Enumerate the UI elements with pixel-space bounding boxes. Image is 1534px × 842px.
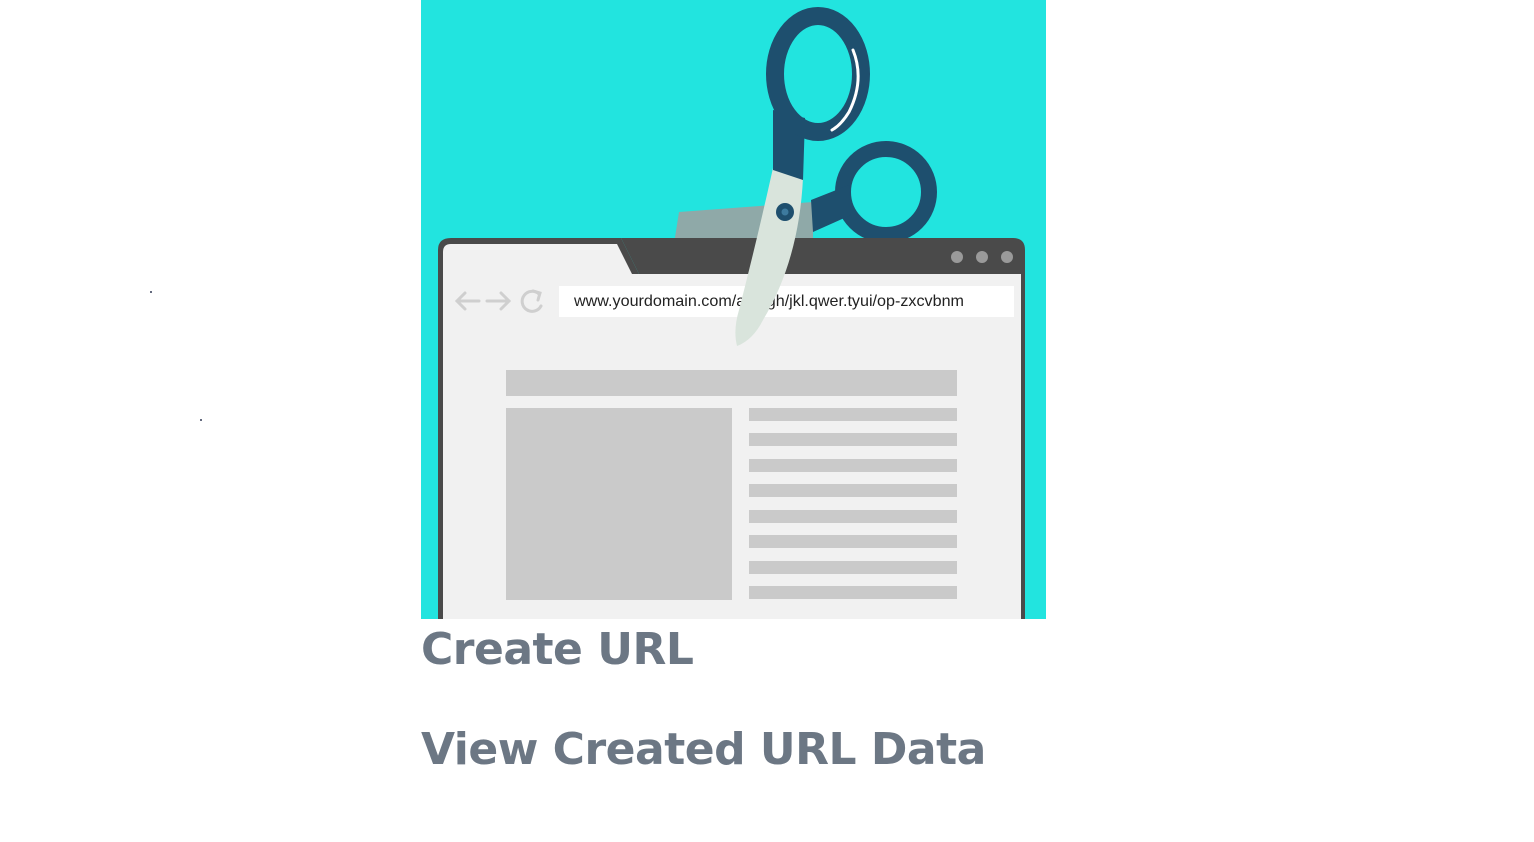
placeholder-image-block (506, 408, 732, 600)
stray-dot-2 (200, 419, 202, 421)
hero-illustration: www.yourdomain.com/asdfgh/jkl.qwer.tyui/… (421, 0, 1046, 619)
browser-window: www.yourdomain.com/asdfgh/jkl.qwer.tyui/… (438, 238, 1025, 619)
scissors-back-handle-icon (835, 141, 937, 243)
create-url-link[interactable]: Create URL (421, 628, 694, 672)
view-created-url-data-link[interactable]: View Created URL Data (421, 728, 986, 772)
stray-dot-1 (150, 291, 152, 293)
page: www.yourdomain.com/asdfgh/jkl.qwer.tyui/… (0, 0, 1534, 842)
placeholder-header-bar (506, 370, 957, 396)
